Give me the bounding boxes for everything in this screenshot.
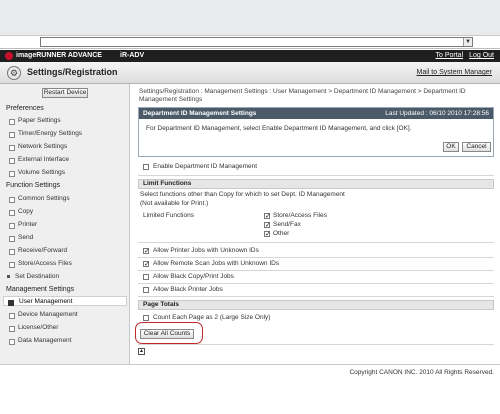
allow-printer-unknown-checkbox[interactable] (143, 247, 150, 255)
sidebar-head-function-settings: Function Settings (6, 182, 61, 189)
dept-panel-message: For Department ID Management, select Ena… (146, 125, 412, 132)
divider (138, 296, 494, 297)
sidebar-head-management-settings: Management Settings (6, 286, 75, 293)
copyright: Copyright CANON INC. 2010 All Rights Res… (349, 369, 494, 376)
limited-functions-label: Limited Functions (143, 212, 194, 219)
sidebar: Restart Device Preferences Paper Setting… (0, 84, 130, 364)
allow-black-copy-checkbox[interactable] (143, 274, 149, 280)
other-checkbox[interactable] (264, 230, 271, 238)
brand-bar: imageRUNNER ADVANCE iR-ADV To Portal Log… (0, 50, 500, 62)
page-top-icon[interactable]: ▲ (138, 348, 145, 355)
restart-device-button[interactable]: Restart Device (42, 88, 88, 98)
send-fax-label: Send/Fax (273, 221, 301, 228)
other-label: Other (273, 230, 290, 237)
divider (138, 242, 494, 243)
divider (138, 257, 494, 258)
allow-remote-scan-label: Allow Remote Scan Jobs with Unknown IDs (153, 260, 280, 267)
store-access-files-checkbox[interactable] (264, 212, 271, 220)
limit-functions-note-2: (Not available for Print.) (140, 200, 209, 207)
sidebar-item-send[interactable]: Send (8, 234, 33, 242)
sidebar-item-store-access-files[interactable]: Store/Access Files (9, 260, 72, 268)
sidebar-item-paper-settings[interactable]: Paper Settings (9, 117, 61, 125)
sidebar-item-common-settings[interactable]: Common Settings (9, 195, 70, 203)
allow-black-printer-label: Allow Black Printer Jobs (153, 286, 223, 293)
page-title: Settings/Registration (27, 67, 118, 77)
sidebar-head-preferences: Preferences (6, 105, 44, 112)
model-name: iR-ADV (120, 52, 145, 59)
to-portal-link[interactable]: To Portal (436, 52, 464, 59)
address-bar: ▼ (0, 36, 500, 49)
allow-black-copy-label: Allow Black Copy/Print Jobs (153, 273, 234, 280)
settings-gear-icon: ⚙ (7, 66, 21, 80)
footer: Copyright CANON INC. 2010 All Rights Res… (0, 364, 500, 414)
allow-printer-unknown-label: Allow Printer Jobs with Unknown IDs (153, 247, 259, 254)
allow-black-printer-checkbox[interactable] (143, 287, 149, 293)
sidebar-item-timer-energy[interactable]: Timer/Energy Settings (8, 130, 82, 138)
product-name: imageRUNNER ADVANCE (16, 52, 102, 59)
sidebar-item-receive-forward[interactable]: Receive/Forward (8, 247, 67, 255)
send-fax-checkbox[interactable] (264, 221, 271, 229)
divider (138, 344, 494, 345)
store-access-files-label: Store/Access Files (273, 212, 327, 219)
page-header: ⚙ Settings/Registration Mail to System M… (0, 62, 500, 84)
cancel-button[interactable]: Cancel (462, 142, 491, 152)
log-out-link[interactable]: Log Out (469, 52, 494, 59)
sidebar-item-printer[interactable]: Printer (8, 221, 37, 229)
last-updated: Last Updated : 06/10 2010 17:28:56 (385, 110, 489, 117)
ok-button[interactable]: OK (443, 142, 459, 152)
divider (138, 270, 494, 271)
canon-logo-icon (5, 52, 13, 60)
limit-functions-header: Limit Functions (138, 179, 494, 189)
dept-panel-header: Department ID Management Settings Last U… (139, 108, 493, 119)
sidebar-item-volume-settings[interactable]: Volume Settings (9, 169, 65, 177)
sidebar-item-user-management[interactable]: User Management (3, 296, 127, 306)
sidebar-item-network-settings[interactable]: Network Settings (8, 143, 67, 151)
breadcrumb: Settings/Registration : Management Setti… (139, 88, 466, 103)
sidebar-item-device-management[interactable]: Device Management (9, 311, 78, 319)
dept-panel-title: Department ID Management Settings (143, 110, 257, 117)
dept-id-panel: Department ID Management Settings Last U… (138, 107, 494, 157)
chevron-down-icon[interactable]: ▼ (463, 38, 472, 46)
address-dropdown[interactable]: ▼ (40, 37, 473, 47)
page-totals-header: Page Totals (138, 300, 494, 310)
brand-links: To Portal Log Out (432, 51, 495, 61)
limit-functions-note: Select functions other than Copy for whi… (140, 191, 345, 198)
allow-remote-scan-checkbox[interactable] (143, 260, 150, 268)
highlight-annotation (135, 322, 203, 344)
enable-dept-id-label: Enable Department ID Management (153, 163, 258, 170)
sidebar-item-license-other[interactable]: License/Other (8, 324, 58, 332)
divider (138, 175, 494, 176)
sidebar-item-data-management[interactable]: Data Management (8, 337, 71, 345)
sidebar-item-set-destination[interactable]: Set Destination (6, 273, 59, 280)
browser-toolbar (0, 0, 500, 36)
enable-dept-id-checkbox[interactable] (143, 164, 149, 170)
count-each-page-checkbox[interactable] (143, 315, 149, 321)
sidebar-item-external-interface[interactable]: External Interface (9, 156, 69, 164)
mail-system-manager-link[interactable]: Mail to System Manager (417, 69, 492, 76)
divider (138, 283, 494, 284)
count-each-page-label: Count Each Page as 2 (Large Size Only) (153, 314, 271, 321)
sidebar-item-copy[interactable]: Copy (8, 208, 33, 216)
